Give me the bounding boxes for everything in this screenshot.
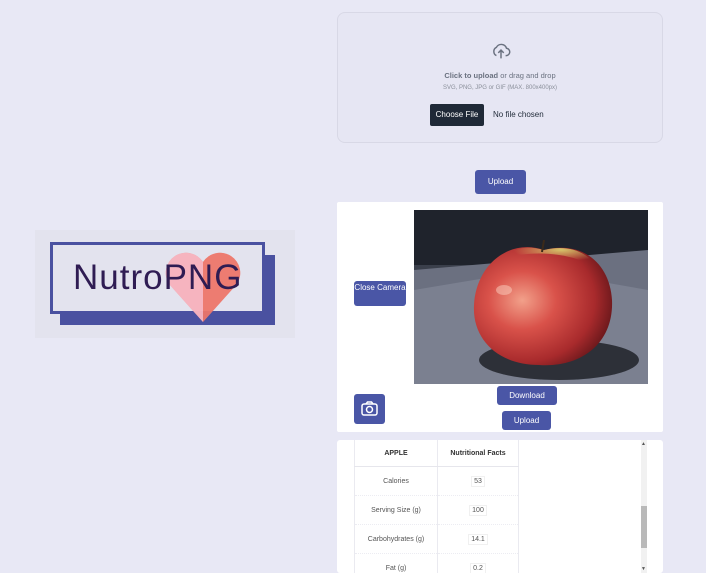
- upload-button[interactable]: Upload: [475, 170, 526, 194]
- table-header-facts: Nutritional Facts: [437, 440, 519, 467]
- table-row: Carbohydrates (g) 14.1: [354, 524, 519, 554]
- dropzone-instructions: Click to upload or drag and drop: [338, 71, 662, 80]
- no-file-label: No file chosen: [493, 110, 544, 119]
- nutrition-table-panel: APPLE Nutritional Facts Calories 53 Serv…: [337, 440, 663, 573]
- nutrient-label: Fat (g): [354, 553, 438, 573]
- table-row: Fat (g) 0.2: [354, 553, 519, 573]
- nutrient-value-cell: 14.1: [437, 524, 519, 554]
- nutrient-label: Calories: [354, 466, 438, 496]
- camera-panel: Close Camera Download Upload: [337, 202, 663, 432]
- choose-file-button[interactable]: Choose File: [430, 104, 484, 126]
- scrollbar-thumb[interactable]: [641, 506, 647, 548]
- close-camera-button[interactable]: Close Camera: [354, 281, 406, 306]
- scroll-up-icon[interactable]: ▲: [641, 441, 646, 447]
- apple-photo: [414, 210, 648, 384]
- file-type-hint: SVG, PNG, JPG or GIF (MAX. 800x400px): [442, 85, 558, 91]
- nutrition-table: APPLE Nutritional Facts Calories 53 Serv…: [354, 440, 519, 573]
- nutrient-label: Serving Size (g): [354, 495, 438, 525]
- click-to-upload-text[interactable]: Click to upload: [444, 71, 498, 80]
- download-button[interactable]: Download: [497, 386, 557, 405]
- table-header-food: APPLE: [354, 440, 438, 467]
- scroll-down-icon[interactable]: ▼: [641, 566, 646, 572]
- logo-text: NutroPNG: [73, 258, 243, 297]
- nutrient-value: 53: [471, 475, 485, 487]
- upload-photo-button[interactable]: Upload: [502, 411, 551, 430]
- upload-cloud-icon: [493, 43, 511, 59]
- file-dropzone[interactable]: Click to upload or drag and drop SVG, PN…: [337, 12, 663, 143]
- nutropng-logo: NutroPNG: [35, 230, 295, 338]
- table-row: Serving Size (g) 100: [354, 495, 519, 525]
- nutrient-value: 100: [469, 504, 487, 516]
- nutrient-value: 0.2: [470, 562, 486, 573]
- nutrient-label: Carbohydrates (g): [354, 524, 438, 554]
- nutrient-value-cell: 0.2: [437, 553, 519, 573]
- nutrient-value-cell: 53: [437, 466, 519, 496]
- camera-icon: [361, 401, 378, 416]
- table-row: Calories 53: [354, 466, 519, 496]
- nutrient-value-cell: 100: [437, 495, 519, 525]
- nutrient-value: 14.1: [468, 533, 488, 545]
- drag-drop-text: or drag and drop: [498, 71, 556, 80]
- capture-photo-button[interactable]: [354, 394, 385, 424]
